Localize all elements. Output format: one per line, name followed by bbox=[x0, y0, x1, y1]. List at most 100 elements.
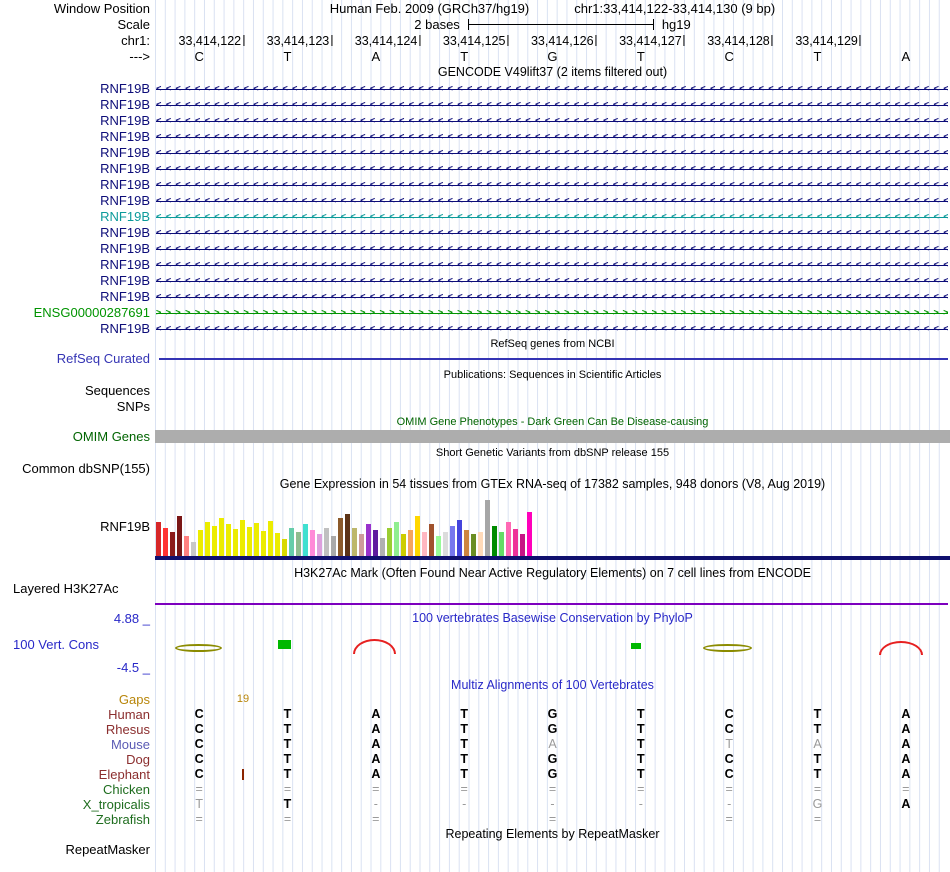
multiz-track-title[interactable]: Multiz Alignments of 100 Vertebrates bbox=[451, 678, 654, 692]
gene-row[interactable]: RNF19B <<<<<<<<<<<<<<<<<<<<<<<<<<<<<<<<<<… bbox=[0, 257, 950, 273]
gene-body[interactable]: <<<<<<<<<<<<<<<<<<<<<<<<<<<<<<<<<<<<<<<<… bbox=[155, 289, 950, 305]
gtex-expression-bar bbox=[408, 530, 413, 556]
gene-label[interactable]: RNF19B bbox=[0, 161, 155, 177]
right-strand-chevrons-icon: >>>>>>>>>>>>>>>>>>>>>>>>>>>>>>>>>>>>>>>>… bbox=[156, 308, 948, 318]
gene-label[interactable]: RNF19B bbox=[0, 273, 155, 289]
sequences-label[interactable]: Sequences bbox=[0, 383, 155, 398]
species-label[interactable]: Rhesus bbox=[0, 722, 155, 737]
gene-row[interactable]: RNF19B <<<<<<<<<<<<<<<<<<<<<<<<<<<<<<<<<<… bbox=[0, 97, 950, 113]
phylop-wiggle-area[interactable] bbox=[155, 628, 950, 660]
repeatmasker-track-title[interactable]: Repeating Elements by RepeatMasker bbox=[445, 827, 659, 841]
gene-body[interactable]: >>>>>>>>>>>>>>>>>>>>>>>>>>>>>>>>>>>>>>>>… bbox=[155, 305, 950, 321]
h3k27ac-track-title[interactable]: H3K27Ac Mark (Often Found Near Active Re… bbox=[294, 566, 811, 580]
gtex-expression-bar bbox=[478, 532, 483, 556]
gene-label[interactable]: RNF19B bbox=[0, 321, 155, 337]
phylop-track-label[interactable]: 100 Vert. Cons bbox=[0, 637, 155, 652]
phylop-max-value: 4.88 _ bbox=[113, 610, 150, 626]
gtex-chart-body[interactable] bbox=[155, 492, 950, 560]
alignment-base: T bbox=[460, 722, 468, 736]
alignment-base: G bbox=[547, 767, 558, 781]
omim-title-row: OMIM Gene Phenotypes - Dark Green Can Be… bbox=[0, 415, 950, 428]
alignment-bases: TT-----GA bbox=[155, 797, 950, 812]
gene-row[interactable]: RNF19B <<<<<<<<<<<<<<<<<<<<<<<<<<<<<<<<<<… bbox=[0, 321, 950, 337]
gene-row[interactable]: RNF19B <<<<<<<<<<<<<<<<<<<<<<<<<<<<<<<<<<… bbox=[0, 193, 950, 209]
omim-genes-bar[interactable] bbox=[155, 430, 950, 443]
phylop-track-title[interactable]: 100 vertebrates Basewise Conservation by… bbox=[412, 611, 693, 625]
gene-row[interactable]: RNF19B <<<<<<<<<<<<<<<<<<<<<<<<<<<<<<<<<<… bbox=[0, 273, 950, 289]
species-label[interactable]: Zebrafish bbox=[0, 812, 155, 827]
gene-body[interactable]: <<<<<<<<<<<<<<<<<<<<<<<<<<<<<<<<<<<<<<<<… bbox=[155, 209, 950, 225]
h3k27ac-label[interactable]: Layered H3K27Ac bbox=[0, 581, 155, 596]
gene-label[interactable]: RNF19B bbox=[0, 145, 155, 161]
gene-body[interactable]: <<<<<<<<<<<<<<<<<<<<<<<<<<<<<<<<<<<<<<<<… bbox=[155, 145, 950, 161]
refseq-title-row: RefSeq genes from NCBI bbox=[0, 337, 950, 350]
gene-row[interactable]: RNF19B <<<<<<<<<<<<<<<<<<<<<<<<<<<<<<<<<<… bbox=[0, 289, 950, 305]
repeatmasker-label[interactable]: RepeatMasker bbox=[0, 842, 155, 857]
phylop-title-row: 4.88 _ 100 vertebrates Basewise Conserva… bbox=[0, 610, 950, 626]
omim-track-title[interactable]: OMIM Gene Phenotypes - Dark Green Can Be… bbox=[397, 416, 709, 428]
gene-body[interactable]: <<<<<<<<<<<<<<<<<<<<<<<<<<<<<<<<<<<<<<<<… bbox=[155, 81, 950, 97]
gene-label[interactable]: RNF19B bbox=[0, 289, 155, 305]
gtex-track-title[interactable]: Gene Expression in 54 tissues from GTEx … bbox=[280, 477, 825, 491]
gene-body[interactable]: <<<<<<<<<<<<<<<<<<<<<<<<<<<<<<<<<<<<<<<<… bbox=[155, 177, 950, 193]
gene-label[interactable]: RNF19B bbox=[0, 113, 155, 129]
gene-label[interactable]: RNF19B bbox=[0, 241, 155, 257]
gtex-expression-bar bbox=[492, 526, 497, 556]
gene-body[interactable]: <<<<<<<<<<<<<<<<<<<<<<<<<<<<<<<<<<<<<<<<… bbox=[155, 273, 950, 289]
gene-body[interactable]: <<<<<<<<<<<<<<<<<<<<<<<<<<<<<<<<<<<<<<<<… bbox=[155, 97, 950, 113]
gene-row[interactable]: RNF19B <<<<<<<<<<<<<<<<<<<<<<<<<<<<<<<<<<… bbox=[0, 225, 950, 241]
gene-label[interactable]: RNF19B bbox=[0, 97, 155, 113]
alignment-base: T bbox=[195, 797, 203, 811]
species-label[interactable]: Mouse bbox=[0, 737, 155, 752]
gene-label[interactable]: RNF19B bbox=[0, 209, 155, 225]
alignment-base: T bbox=[637, 722, 645, 736]
refseq-track-title[interactable]: RefSeq genes from NCBI bbox=[490, 338, 614, 350]
alignment-base: C bbox=[194, 707, 204, 721]
gene-row[interactable]: RNF19B <<<<<<<<<<<<<<<<<<<<<<<<<<<<<<<<<<… bbox=[0, 145, 950, 161]
gene-row[interactable]: RNF19B <<<<<<<<<<<<<<<<<<<<<<<<<<<<<<<<<<… bbox=[0, 113, 950, 129]
gene-label[interactable]: RNF19B bbox=[0, 193, 155, 209]
gene-body[interactable]: <<<<<<<<<<<<<<<<<<<<<<<<<<<<<<<<<<<<<<<<… bbox=[155, 193, 950, 209]
gene-label[interactable]: RNF19B bbox=[0, 177, 155, 193]
refseq-track-line[interactable] bbox=[159, 358, 948, 360]
gene-body[interactable]: <<<<<<<<<<<<<<<<<<<<<<<<<<<<<<<<<<<<<<<<… bbox=[155, 129, 950, 145]
gene-body[interactable]: <<<<<<<<<<<<<<<<<<<<<<<<<<<<<<<<<<<<<<<<… bbox=[155, 225, 950, 241]
publications-track-title[interactable]: Publications: Sequences in Scientific Ar… bbox=[444, 369, 662, 381]
coordinate-label: 33,414,123 bbox=[267, 33, 333, 48]
species-label[interactable]: X_tropicalis bbox=[0, 797, 155, 812]
gencode-track-title[interactable]: GENCODE V49lift37 (2 items filtered out) bbox=[438, 65, 667, 79]
omim-genes-label[interactable]: OMIM Genes bbox=[0, 429, 155, 444]
dbsnp-track-title[interactable]: Short Genetic Variants from dbSNP releas… bbox=[436, 447, 669, 459]
species-label[interactable]: Chicken bbox=[0, 782, 155, 797]
snps-label[interactable]: SNPs bbox=[0, 399, 155, 414]
gene-label[interactable]: RNF19B bbox=[0, 257, 155, 273]
gene-label[interactable]: RNF19B bbox=[0, 81, 155, 97]
species-label[interactable]: Dog bbox=[0, 752, 155, 767]
coordinate-label: 33,414,125 bbox=[443, 33, 509, 48]
gene-body[interactable]: <<<<<<<<<<<<<<<<<<<<<<<<<<<<<<<<<<<<<<<<… bbox=[155, 241, 950, 257]
gtex-expression-bar bbox=[177, 516, 182, 556]
gene-row[interactable]: RNF19B <<<<<<<<<<<<<<<<<<<<<<<<<<<<<<<<<<… bbox=[0, 241, 950, 257]
gene-row[interactable]: RNF19B <<<<<<<<<<<<<<<<<<<<<<<<<<<<<<<<<<… bbox=[0, 209, 950, 225]
gaps-label[interactable]: Gaps bbox=[0, 692, 155, 707]
alignment-base: = bbox=[813, 812, 822, 826]
dbsnp-label[interactable]: Common dbSNP(155) bbox=[0, 461, 155, 476]
gene-row[interactable]: RNF19B <<<<<<<<<<<<<<<<<<<<<<<<<<<<<<<<<<… bbox=[0, 177, 950, 193]
gtex-gene-label[interactable]: RNF19B bbox=[0, 519, 155, 534]
gene-row[interactable]: ENSG00000287691 >>>>>>>>>>>>>>>>>>>>>>>>>… bbox=[0, 305, 950, 321]
left-strand-chevrons-icon: <<<<<<<<<<<<<<<<<<<<<<<<<<<<<<<<<<<<<<<<… bbox=[156, 260, 948, 270]
gene-body[interactable]: <<<<<<<<<<<<<<<<<<<<<<<<<<<<<<<<<<<<<<<<… bbox=[155, 321, 950, 337]
gene-body[interactable]: <<<<<<<<<<<<<<<<<<<<<<<<<<<<<<<<<<<<<<<<… bbox=[155, 113, 950, 129]
gene-row[interactable]: RNF19B <<<<<<<<<<<<<<<<<<<<<<<<<<<<<<<<<<… bbox=[0, 129, 950, 145]
gene-row[interactable]: RNF19B <<<<<<<<<<<<<<<<<<<<<<<<<<<<<<<<<<… bbox=[0, 161, 950, 177]
gene-label[interactable]: RNF19B bbox=[0, 129, 155, 145]
gene-body[interactable]: <<<<<<<<<<<<<<<<<<<<<<<<<<<<<<<<<<<<<<<<… bbox=[155, 161, 950, 177]
refseq-curated-label[interactable]: RefSeq Curated bbox=[0, 351, 155, 366]
gene-body[interactable]: <<<<<<<<<<<<<<<<<<<<<<<<<<<<<<<<<<<<<<<<… bbox=[155, 257, 950, 273]
gene-label[interactable]: ENSG00000287691 bbox=[0, 305, 155, 321]
species-label[interactable]: Human bbox=[0, 707, 155, 722]
gene-row[interactable]: RNF19B <<<<<<<<<<<<<<<<<<<<<<<<<<<<<<<<<<… bbox=[0, 81, 950, 97]
species-label[interactable]: Elephant bbox=[0, 767, 155, 782]
strand-arrow-label: ---> bbox=[129, 49, 150, 64]
gene-label[interactable]: RNF19B bbox=[0, 225, 155, 241]
